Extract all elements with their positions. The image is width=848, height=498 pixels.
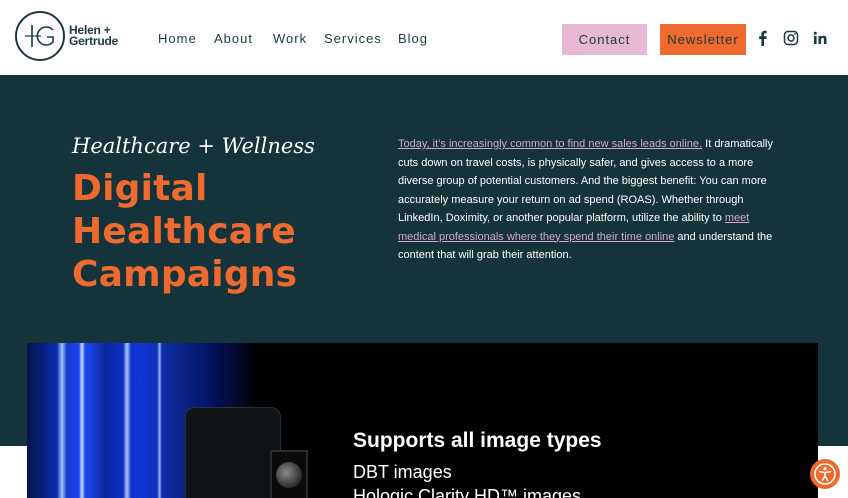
imaging-device <box>185 407 281 498</box>
accessibility-button[interactable] <box>810 459 840 489</box>
light-beam <box>79 343 85 498</box>
light-beam <box>123 343 131 498</box>
scan-image <box>276 462 302 488</box>
contact-button[interactable]: Contact <box>562 24 647 55</box>
media-line: Hologic Clarity HD™ images <box>353 486 582 498</box>
facebook-icon[interactable] <box>755 30 771 46</box>
light-beam <box>157 343 162 498</box>
hero-title: Digital Healthcare Campaigns <box>72 167 297 296</box>
nav-blog[interactable]: Blog <box>398 31 428 46</box>
media-video[interactable]: Supports all image types DBT images Holo… <box>27 343 818 498</box>
hero-paragraph: Today, it’s increasingly common to find … <box>398 135 790 265</box>
media-line: DBT images <box>353 462 452 482</box>
monogram-icon <box>25 25 54 47</box>
hero-subtitle: Healthcare + Wellness <box>72 134 315 158</box>
media-heading: Supports all image types <box>353 429 602 452</box>
paragraph-text: It dramatically cuts down on travel cost… <box>398 138 774 224</box>
logo-mark[interactable] <box>15 11 65 61</box>
logo-wordmark[interactable]: Helen + Gertrude <box>69 24 119 48</box>
light-beam <box>27 343 107 498</box>
hero-title-line: Healthcare <box>72 211 296 252</box>
monitor-image <box>270 450 308 498</box>
light-beam <box>57 343 67 498</box>
logo-line-2: Gertrude <box>69 34 119 48</box>
sales-leads-link[interactable]: Today, it’s increasingly common to find … <box>398 138 702 150</box>
nav-services[interactable]: Services <box>324 31 382 46</box>
site-header: Helen + Gertrude Home About Work Service… <box>0 0 848 75</box>
newsletter-button[interactable]: Newsletter <box>660 24 746 55</box>
hero-title-line: Digital <box>72 168 208 209</box>
hero-title-line: Campaigns <box>72 254 298 295</box>
linkedin-icon[interactable] <box>812 30 828 46</box>
nav-home[interactable]: Home <box>158 31 197 46</box>
nav-about[interactable]: About <box>214 31 253 46</box>
nav-work[interactable]: Work <box>273 31 307 46</box>
instagram-icon[interactable] <box>783 30 799 46</box>
accessibility-icon <box>814 463 836 485</box>
